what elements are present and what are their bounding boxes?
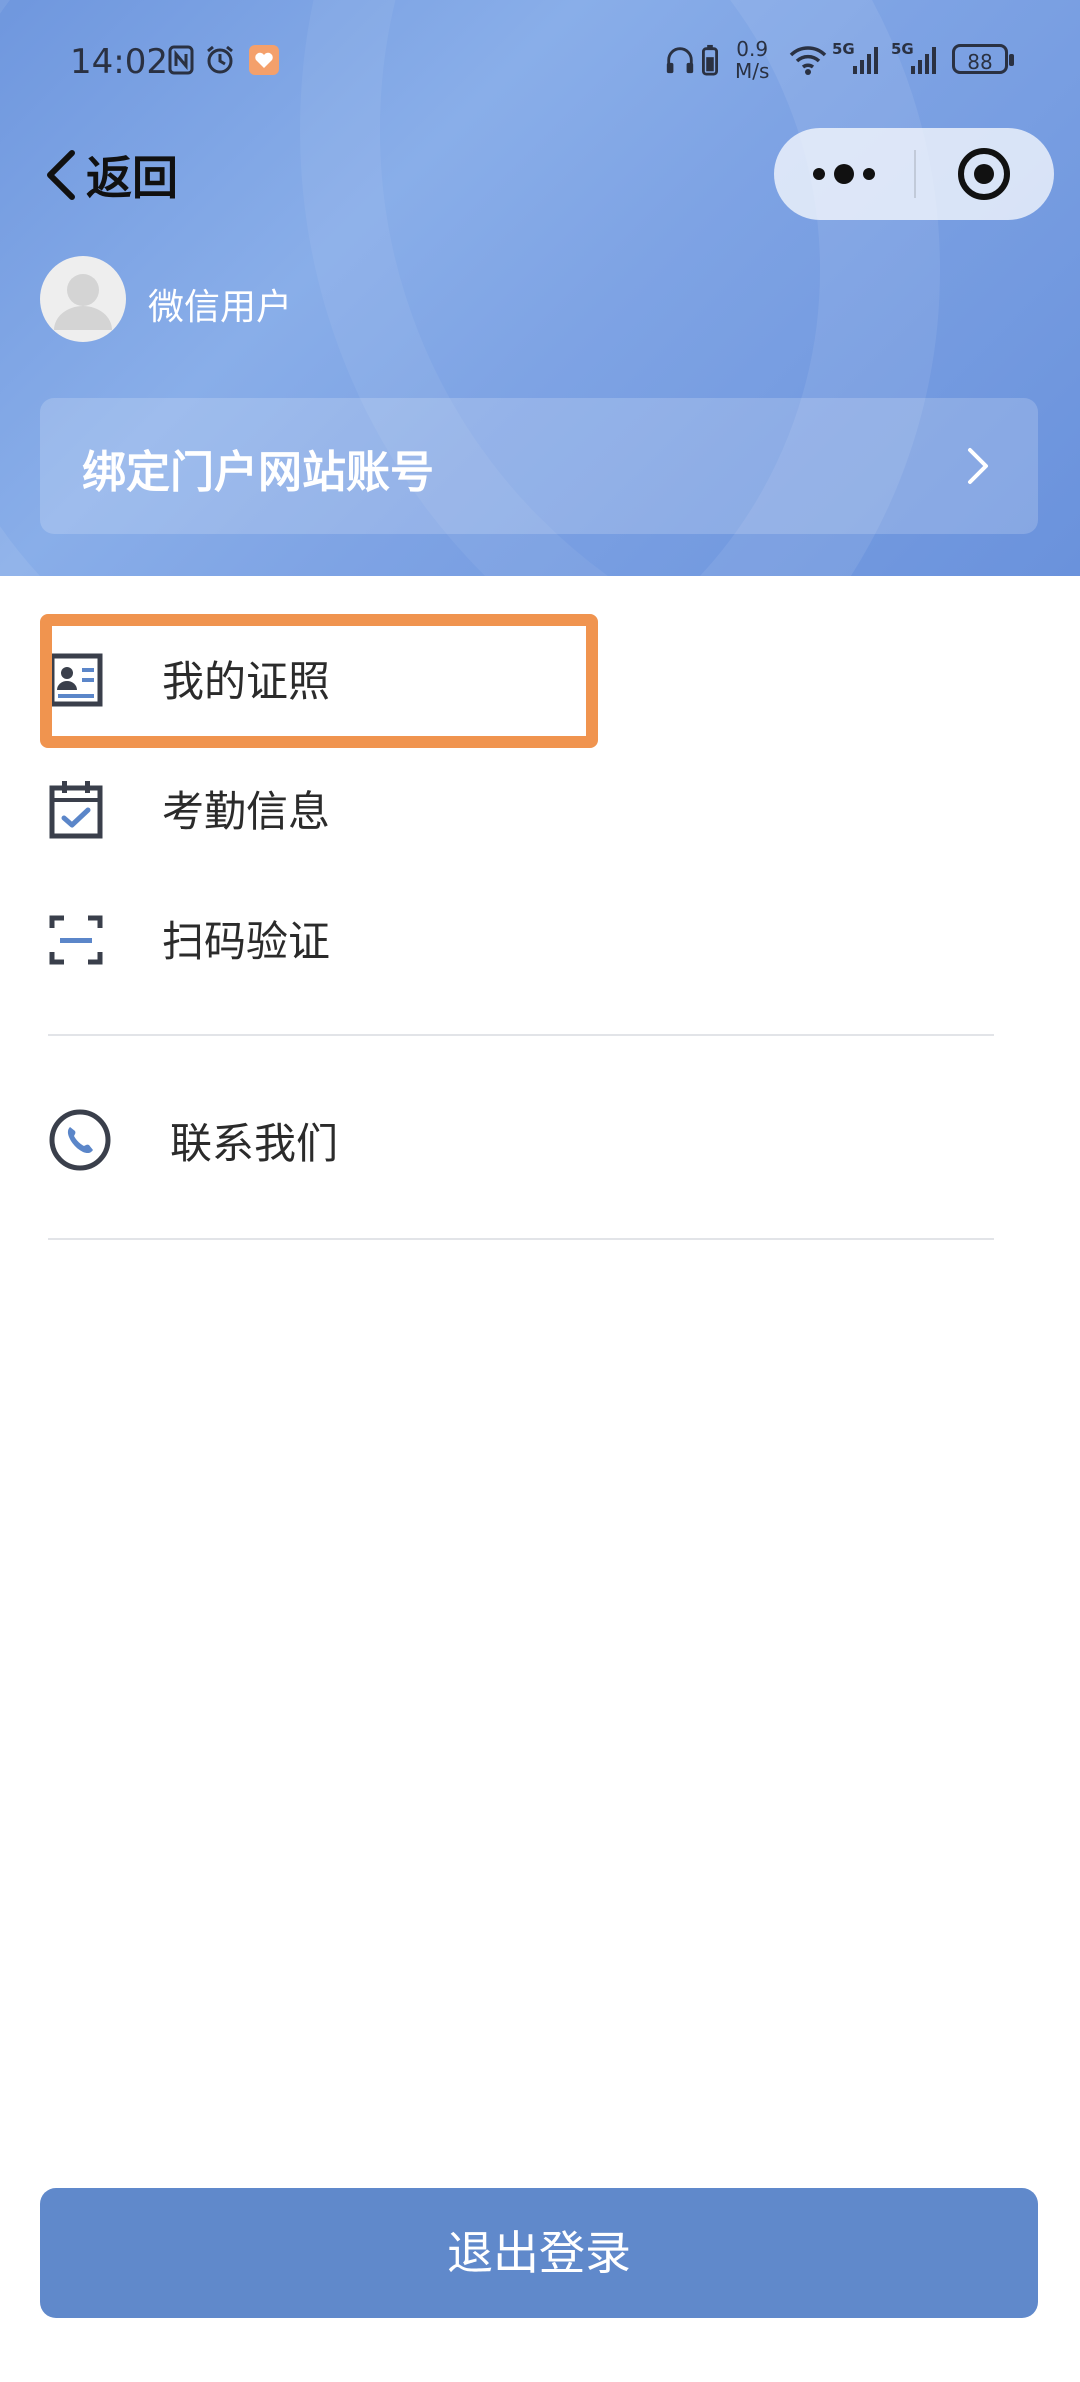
target-circle-icon xyxy=(958,148,1010,200)
menu-item-label: 联系我们 xyxy=(170,1119,339,1168)
chevron-right-icon xyxy=(968,448,988,484)
chevron-left-icon xyxy=(47,150,75,200)
logout-button[interactable]: 退出登录 xyxy=(40,2188,1038,2318)
phone-icon xyxy=(49,1109,111,1171)
bind-account-button[interactable]: 绑定门户网站账号 xyxy=(40,398,1038,534)
network-speed: 0.9 M/s xyxy=(735,37,770,83)
status-time: 14:02 xyxy=(70,42,168,82)
wifi-icon xyxy=(789,46,827,75)
battery-icon: 88 xyxy=(952,44,1014,74)
more-dots-icon xyxy=(813,164,875,184)
headphones-icon xyxy=(666,47,694,74)
menu-item-contact-us[interactable]: 联系我们 xyxy=(0,1084,1080,1196)
highlight-box xyxy=(40,614,598,748)
app-notification-icon xyxy=(249,45,279,75)
nfc-icon xyxy=(168,45,194,75)
alarm-icon xyxy=(207,45,233,74)
scan-icon xyxy=(49,915,103,965)
divider xyxy=(48,1034,994,1036)
menu-item-attendance[interactable]: 考勤信息 xyxy=(0,752,1080,862)
menu-item-scan-verify[interactable]: 扫码验证 xyxy=(0,882,1080,992)
username: 微信用户 xyxy=(148,287,293,328)
back-label: 返回 xyxy=(86,151,178,205)
signal-icon xyxy=(853,47,878,74)
close-miniprogram-button[interactable] xyxy=(914,128,1054,220)
avatar[interactable] xyxy=(40,256,126,342)
menu-item-label: 扫码验证 xyxy=(162,917,331,966)
divider xyxy=(48,1238,994,1240)
default-avatar-icon xyxy=(54,274,112,330)
more-button[interactable] xyxy=(774,128,914,220)
miniprogram-capsule xyxy=(774,128,1054,220)
status-bar: 14:02 0.9 M/s 5G 5G 88 xyxy=(0,0,1080,120)
calendar-check-icon xyxy=(49,781,103,839)
menu-item-label: 考勤信息 xyxy=(162,787,331,836)
signal-icon-2 xyxy=(911,47,936,74)
battery-small-icon xyxy=(702,44,718,76)
bind-account-label: 绑定门户网站账号 xyxy=(82,447,434,498)
back-button[interactable]: 返回 xyxy=(42,145,178,205)
